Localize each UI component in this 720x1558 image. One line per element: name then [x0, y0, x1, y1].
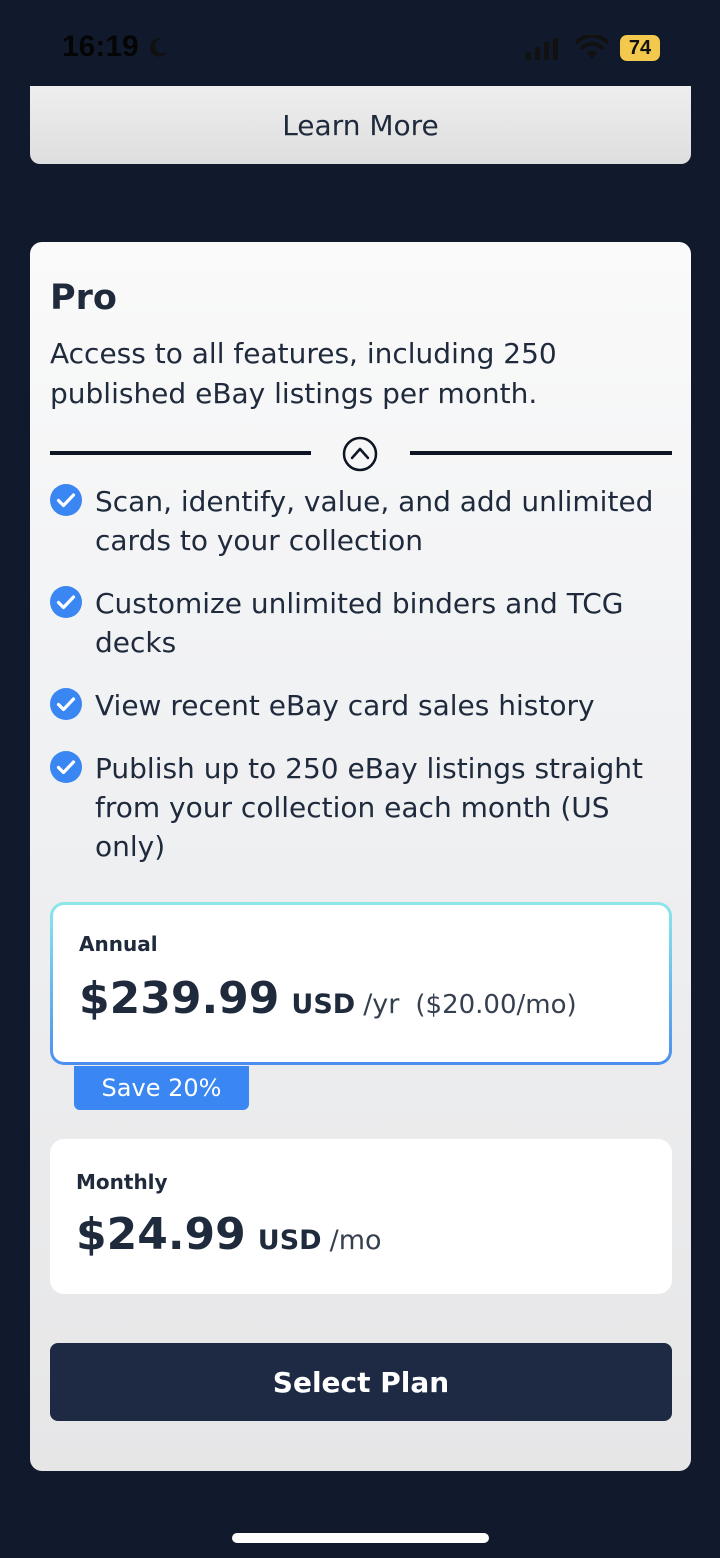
cellular-signal-icon	[526, 38, 558, 60]
divider-right	[410, 451, 672, 455]
chevron-up-circle-icon[interactable]	[342, 436, 378, 472]
save-badge: Save 20%	[74, 1066, 249, 1110]
annual-plan-option[interactable]: Annual $239.99 USD /yr ($20.00/mo)	[50, 902, 672, 1065]
divider-left	[50, 451, 311, 455]
battery-level: 74	[628, 36, 652, 59]
battery-charging-icon: 74	[620, 35, 660, 61]
feature-text: View recent eBay card sales history	[95, 689, 595, 722]
check-circle-icon	[50, 484, 82, 516]
monthly-currency: USD	[257, 1225, 322, 1256]
feature-item: View recent eBay card sales history	[50, 686, 670, 725]
feature-item: Publish up to 250 eBay listings straight…	[50, 749, 670, 866]
monthly-price-row: $24.99 USD /mo	[76, 1209, 382, 1260]
learn-more-button[interactable]: Learn More	[30, 86, 691, 164]
annual-per-month: ($20.00/mo)	[415, 990, 577, 1020]
feature-text: Scan, identify, value, and add unlimited…	[95, 485, 654, 557]
annual-period: /yr	[363, 989, 400, 1020]
feature-text: Publish up to 250 eBay listings straight…	[95, 752, 643, 863]
monthly-period: /mo	[329, 1225, 382, 1256]
feature-list: Scan, identify, value, and add unlimited…	[50, 482, 670, 890]
status-time: 16:19	[62, 30, 139, 63]
select-plan-button[interactable]: Select Plan	[50, 1343, 672, 1421]
feature-item: Customize unlimited binders and TCG deck…	[50, 584, 670, 662]
feature-text: Customize unlimited binders and TCG deck…	[95, 587, 624, 659]
check-circle-icon	[50, 688, 82, 720]
annual-price-row: $239.99 USD /yr ($20.00/mo)	[79, 973, 577, 1024]
annual-price: $239.99	[79, 973, 280, 1024]
monthly-label: Monthly	[76, 1170, 168, 1194]
moon-icon	[149, 38, 168, 57]
status-bar: 16:19 74	[0, 0, 720, 90]
plan-description: Access to all features, including 250 pu…	[50, 337, 557, 410]
plan-title: Pro	[50, 278, 117, 318]
monthly-price: $24.99	[76, 1209, 246, 1260]
wifi-icon	[576, 35, 608, 59]
check-circle-icon	[50, 751, 82, 783]
monthly-plan-option[interactable]: Monthly $24.99 USD /mo	[50, 1139, 672, 1294]
feature-item: Scan, identify, value, and add unlimited…	[50, 482, 670, 560]
annual-currency: USD	[291, 989, 356, 1020]
check-circle-icon	[50, 586, 82, 618]
home-indicator[interactable]	[232, 1533, 489, 1543]
pro-plan-card: Pro Access to all features, including 25…	[30, 242, 691, 1471]
annual-label: Annual	[79, 932, 158, 956]
